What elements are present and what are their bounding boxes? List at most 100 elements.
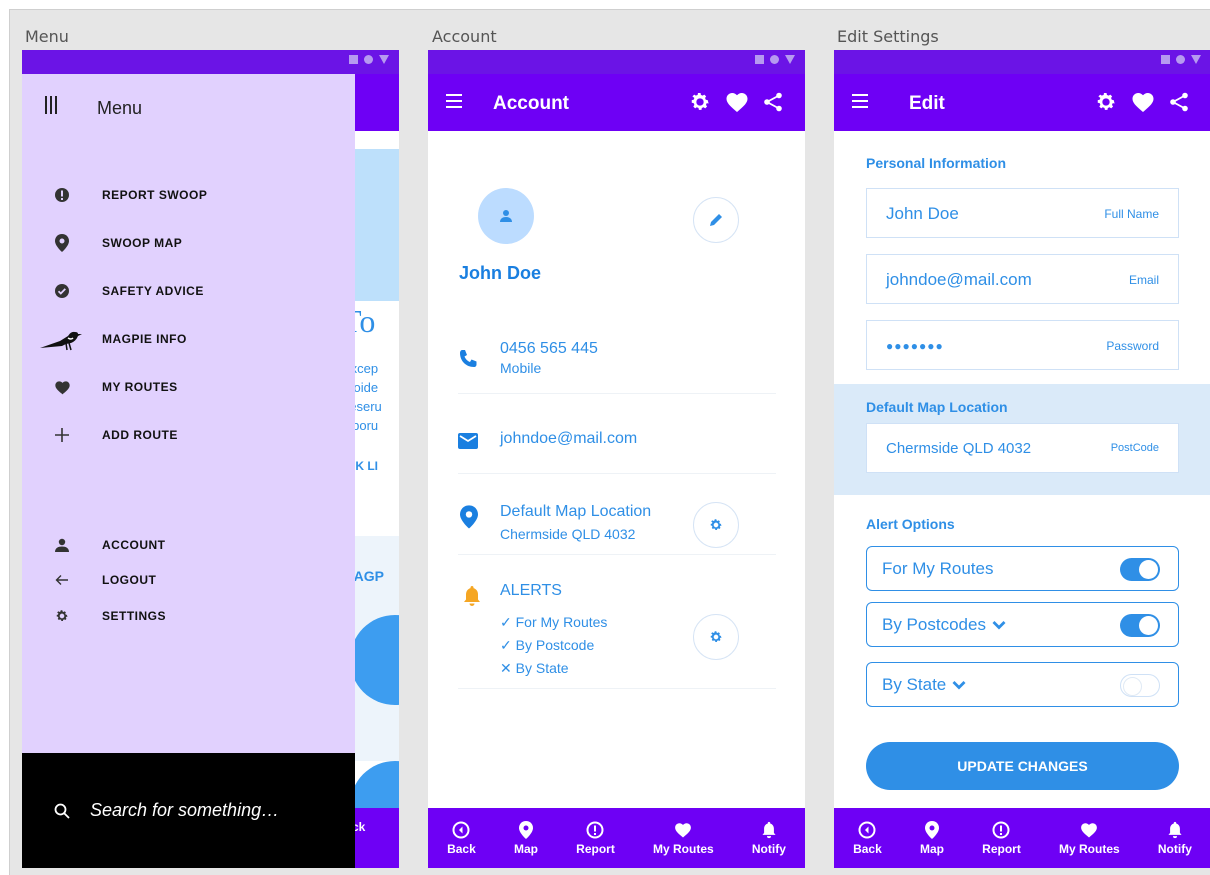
chevron-down-icon[interactable] <box>992 620 1006 630</box>
email-value: johndoe@mail.com <box>886 270 1032 289</box>
menu-item-my-routes[interactable]: MY ROUTES <box>22 372 355 402</box>
edit-phone: Edit Personal Information John Doe Full … <box>834 50 1210 868</box>
frame-title-menu: Menu <box>25 27 69 46</box>
search-bar[interactable]: Search for something… <box>22 753 355 868</box>
edit-profile-button[interactable] <box>693 197 739 243</box>
person-icon <box>22 538 102 552</box>
heart-icon <box>675 822 692 837</box>
menu-item-safety-advice[interactable]: SAFETY ADVICE <box>22 276 355 306</box>
status-bar <box>428 50 805 74</box>
user-name: John Doe <box>459 263 542 283</box>
menu-item-account[interactable]: ACCOUNT <box>22 530 355 560</box>
status-bar <box>22 50 399 74</box>
menu-item-add-route[interactable]: ADD ROUTE <box>22 420 355 450</box>
menu-item-report-swoop[interactable]: REPORT SWOOP <box>22 180 355 210</box>
heart-icon[interactable] <box>1131 91 1155 118</box>
magpie-icon <box>22 326 102 352</box>
account-phone: Account John Doe 0456 565 445 Mobile joh… <box>428 50 805 868</box>
alert-option-for-my-routes[interactable]: For My Routes <box>866 546 1179 591</box>
password-field[interactable]: ●●●●●●● Password <box>866 320 1179 370</box>
map-pin-icon <box>924 820 939 839</box>
menu-item-settings[interactable]: SETTINGS <box>22 601 355 631</box>
email-row: johndoe@mail.com <box>458 416 776 474</box>
gear-icon[interactable] <box>1095 91 1117 118</box>
mail-icon <box>458 433 478 454</box>
frame-title-edit-settings: Edit Settings <box>837 27 939 46</box>
battery-icon <box>379 55 389 64</box>
alert-circle-icon <box>22 187 102 203</box>
alert-option-label: For My Routes <box>882 559 994 578</box>
heart-icon <box>1081 822 1098 837</box>
nav-notify[interactable]: Notify <box>1158 821 1192 856</box>
back-circle-icon <box>452 821 470 838</box>
alert-circle-icon <box>586 821 604 838</box>
wifi-icon <box>770 55 779 64</box>
menu-item-swoop-map[interactable]: SWOOP MAP <box>22 228 355 258</box>
toggle-switch[interactable] <box>1120 674 1160 697</box>
update-changes-button[interactable]: UPDATE CHANGES <box>866 742 1179 790</box>
gear-icon <box>22 609 102 623</box>
drawer-toggle-icon[interactable] <box>44 96 58 119</box>
heart-icon[interactable] <box>725 91 749 118</box>
nav-back[interactable]: Back <box>853 821 882 856</box>
location-tag: PostCode <box>1110 442 1159 454</box>
alert-option-by-postcodes[interactable]: By Postcodes <box>866 602 1179 647</box>
password-value: ●●●●●●● <box>886 339 944 353</box>
full-name-value: John Doe <box>886 204 959 223</box>
alert-circle-icon <box>992 821 1010 838</box>
phone-number: 0456 565 445 <box>500 340 598 357</box>
nav-map[interactable]: Map <box>514 820 538 856</box>
password-tag: Password <box>1106 339 1159 353</box>
hamburger-menu-icon[interactable] <box>852 94 868 108</box>
menu-item-label: ACCOUNT <box>102 538 166 552</box>
signal-icon <box>1161 55 1170 64</box>
phone-icon <box>458 349 478 374</box>
map-pin-icon <box>518 820 533 839</box>
pencil-icon <box>710 214 722 226</box>
nav-map[interactable]: Map <box>920 820 944 856</box>
drawer-title: Menu <box>97 98 143 118</box>
chevron-down-icon[interactable] <box>952 680 966 690</box>
toggle-switch[interactable] <box>1120 558 1160 581</box>
email-field[interactable]: johndoe@mail.com Email <box>866 254 1179 304</box>
menu-item-logout[interactable]: LOGOUT <box>22 565 355 595</box>
wifi-icon <box>364 55 373 64</box>
nav-back[interactable]: Back <box>447 821 476 856</box>
alert-item: ✓ By Postcode <box>500 637 595 653</box>
heart-icon <box>22 380 102 395</box>
toggle-switch[interactable] <box>1120 614 1160 637</box>
gear-icon <box>710 519 722 531</box>
map-location-settings-button[interactable] <box>693 502 739 548</box>
share-icon[interactable] <box>763 92 783 117</box>
gear-icon <box>710 631 722 643</box>
nav-my-routes[interactable]: My Routes <box>653 821 714 856</box>
menu-item-label: MAGPIE INFO <box>102 332 187 346</box>
arrow-left-icon <box>22 573 102 587</box>
menu-item-label: REPORT SWOOP <box>102 188 208 202</box>
nav-report[interactable]: Report <box>982 821 1021 856</box>
page-title: Edit <box>909 93 945 114</box>
menu-phone: To Excep proide deseru laboru 12K LI MAG… <box>22 50 399 868</box>
share-icon[interactable] <box>1169 92 1189 117</box>
menu-item-label: SAFETY ADVICE <box>102 284 204 298</box>
alert-option-by-state[interactable]: By State <box>866 662 1179 707</box>
hamburger-menu-icon[interactable] <box>446 94 462 108</box>
person-icon <box>500 210 512 222</box>
menu-item-magpie-info[interactable]: MAGPIE INFO <box>22 324 355 354</box>
full-name-tag: Full Name <box>1104 207 1159 221</box>
nav-my-routes[interactable]: My Routes <box>1059 821 1120 856</box>
signal-icon <box>755 55 764 64</box>
full-name-field[interactable]: John Doe Full Name <box>866 188 1179 238</box>
alert-item: ✕ By State <box>500 660 569 676</box>
alerts-settings-button[interactable] <box>693 614 739 660</box>
map-pin-icon <box>22 234 102 252</box>
bottom-nav: Back Map Report My Routes Notify <box>834 808 1210 868</box>
map-location-heading: Default Map Location <box>866 399 1008 415</box>
alert-option-label: By State <box>882 675 947 694</box>
nav-report[interactable]: Report <box>576 821 615 856</box>
search-icon <box>54 803 70 824</box>
gear-icon[interactable] <box>689 91 711 118</box>
location-field[interactable]: Chermside QLD 4032 PostCode <box>866 423 1179 473</box>
nav-notify[interactable]: Notify <box>752 821 786 856</box>
menu-item-label: MY ROUTES <box>102 380 178 394</box>
